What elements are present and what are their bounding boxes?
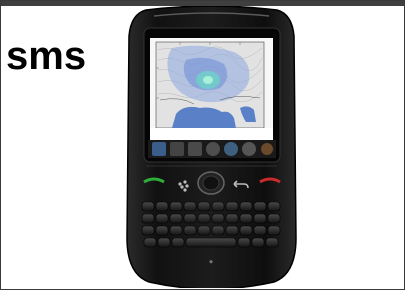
app-icon [261, 143, 273, 155]
earthquake-map [150, 38, 273, 140]
sms-label: sms [6, 34, 87, 78]
svg-text:◆: ◆ [209, 259, 213, 265]
app-icon [206, 142, 220, 156]
app-icon [170, 142, 184, 156]
phone-screen [150, 38, 273, 140]
app-icon [242, 142, 256, 156]
app-icon [152, 142, 166, 156]
app-icon [188, 142, 202, 156]
app-icon [224, 142, 238, 156]
